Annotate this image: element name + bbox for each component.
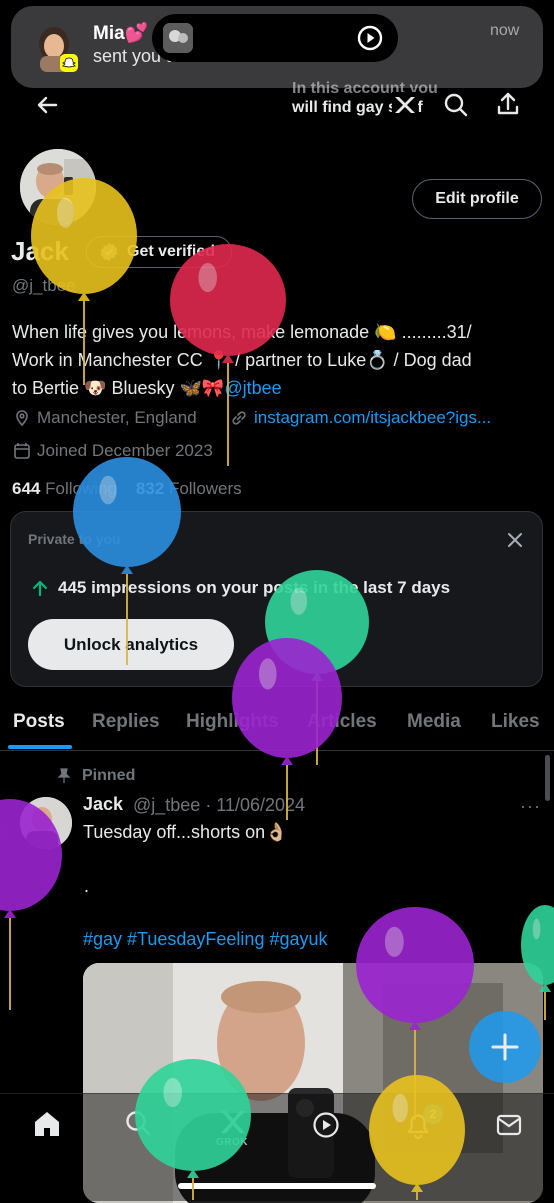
verified-badge-icon [99, 242, 119, 262]
calendar-icon [13, 442, 31, 460]
website-link[interactable]: instagram.com/itsjackbee?igs... [254, 408, 491, 428]
bio-line-text: to Bertie 🐶 Bluesky 🦋🎀 [12, 378, 224, 398]
private-card-label: Private to you [28, 531, 121, 547]
balloon-highlight [385, 927, 404, 957]
profile-joined: Joined December 2023 [13, 441, 213, 461]
post-text: Tuesday off...shorts on👌🏼 [83, 822, 288, 843]
balloon-knot [4, 909, 16, 918]
profile-avatar[interactable] [17, 146, 99, 228]
notification-time: now [490, 22, 519, 40]
pinned-text: Pinned [82, 767, 135, 785]
balloon-highlight [533, 919, 541, 940]
impressions-text: 445 impressions on your posts in the las… [58, 578, 450, 598]
notification-sender: Mia💕 [93, 21, 148, 45]
bio-line: When life gives you lemons, make lemonad… [12, 318, 547, 346]
profile-bio: When life gives you lemons, make lemonad… [12, 318, 547, 402]
joined-text: Joined December 2023 [37, 441, 213, 461]
follow-counts: 644 Following 832 Followers [12, 479, 242, 499]
location-pin-icon [13, 409, 31, 427]
compose-post-button[interactable] [469, 1011, 541, 1083]
get-verified-button[interactable]: Get verified [86, 236, 232, 268]
followers-count: 832 [136, 479, 164, 498]
impressions-summary: 445 impressions on your posts in the las… [30, 578, 450, 598]
active-tab-indicator [8, 745, 72, 749]
link-icon [230, 409, 248, 427]
grok-icon[interactable] [392, 92, 418, 118]
tab-highlights[interactable]: Highlights [186, 711, 279, 733]
get-verified-label: Get verified [127, 243, 215, 261]
play-icon[interactable] [357, 25, 383, 51]
pinned-label: Pinned [56, 767, 135, 785]
profile-handle: @j_tbee [12, 276, 76, 296]
tab-articles[interactable]: Articles [307, 711, 377, 733]
display-name: Jack [11, 236, 69, 267]
media-thumbnail [163, 23, 193, 53]
profile-location: Manchester, England [13, 408, 197, 428]
tab-media[interactable]: Media [407, 711, 461, 733]
notification-count-badge: 2 [423, 1104, 443, 1124]
bio-mention-link[interactable]: @jtbee [224, 378, 281, 398]
video-icon[interactable] [311, 1110, 341, 1140]
grok-icon[interactable] [217, 1107, 247, 1137]
close-icon[interactable] [504, 529, 526, 551]
following-count: 644 [12, 479, 40, 498]
back-arrow-icon[interactable] [32, 90, 62, 120]
balloon-knot [281, 756, 293, 765]
followers-link[interactable]: 832 Followers [136, 479, 242, 498]
scrollbar-thumb[interactable] [545, 755, 550, 801]
edit-profile-button[interactable]: Edit profile [412, 179, 542, 219]
home-indicator[interactable] [178, 1183, 376, 1189]
post-meta: @j_tbee · 11/06/2024 [133, 795, 305, 816]
grok-label: GROK [216, 1137, 248, 1148]
unlock-analytics-button[interactable]: Unlock analytics [28, 619, 234, 670]
profile-website[interactable]: instagram.com/itsjackbee?igs... [230, 408, 491, 428]
bitmoji-avatar-icon [34, 22, 80, 74]
search-icon[interactable] [123, 1108, 153, 1138]
more-options-icon[interactable]: ··· [520, 796, 542, 816]
tab-likes[interactable]: Likes [491, 711, 540, 733]
tab-replies[interactable]: Replies [92, 711, 160, 733]
post-text-dot: . [84, 876, 89, 897]
tab-posts[interactable]: Posts [13, 711, 65, 733]
profile-tabs: Posts Replies Highlights Articles Media … [0, 700, 554, 751]
post-hashtags[interactable]: #gay #TuesdayFeeling #gayuk [83, 929, 328, 950]
post-avatar[interactable] [20, 797, 72, 849]
messages-icon[interactable] [494, 1110, 524, 1140]
share-icon[interactable] [494, 90, 522, 118]
bio-line: Work in Manchester CC 📍 / partner to Luk… [12, 346, 547, 374]
location-text: Manchester, England [37, 408, 197, 428]
arrow-up-icon [30, 578, 50, 598]
search-icon[interactable] [442, 91, 470, 119]
bio-line: to Bertie 🐶 Bluesky 🦋🎀@jtbee [12, 374, 547, 402]
followers-label: Followers [169, 479, 242, 498]
plus-icon [469, 1011, 541, 1083]
home-icon[interactable] [32, 1109, 62, 1139]
post-author-name[interactable]: Jack [83, 794, 123, 815]
following-link[interactable]: 644 Following [12, 479, 117, 498]
pin-icon [56, 768, 72, 784]
following-label: Following [45, 479, 117, 498]
balloon-knot [78, 292, 90, 301]
